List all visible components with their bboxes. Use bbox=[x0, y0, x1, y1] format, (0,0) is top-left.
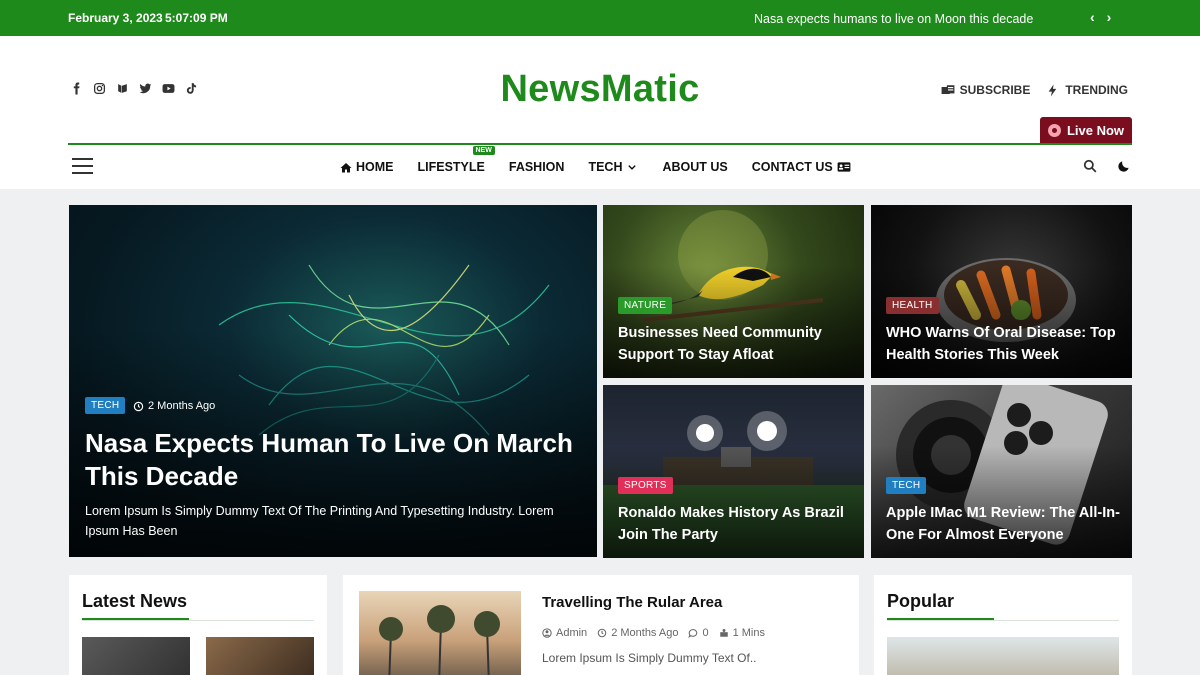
dark-mode-moon-icon[interactable] bbox=[1117, 159, 1131, 178]
nav-label-lifestyle: LIFESTYLE bbox=[417, 160, 485, 174]
nav-menu: HOME LIFESTYLE NEW FASHION TECH ABOUT US… bbox=[340, 146, 851, 174]
latest-news-heading: Latest News bbox=[82, 591, 188, 611]
comment-count: 0 bbox=[702, 627, 709, 639]
comments-meta[interactable]: 0 bbox=[688, 627, 709, 639]
author-name: Admin bbox=[556, 627, 588, 639]
nav-label-fashion: FASHION bbox=[508, 160, 565, 174]
card-title[interactable]: Businesses Need Community Support To Sta… bbox=[618, 323, 848, 367]
main-nav: HOME LIFESTYLE NEW FASHION TECH ABOUT US… bbox=[0, 145, 1200, 189]
hero-card-health[interactable]: HEALTH WHO Warns Of Oral Disease: Top He… bbox=[871, 205, 1132, 378]
feature-post-excerpt: Lorem Ipsum Is Simply Dummy Text Of.. bbox=[542, 651, 757, 665]
nav-item-fashion[interactable]: FASHION bbox=[509, 160, 565, 174]
heading-rule bbox=[887, 620, 1119, 621]
hero-meta: 2 Months Ago bbox=[133, 400, 215, 412]
nav-label-tech: TECH bbox=[588, 160, 623, 174]
feature-post: Travelling The Rular Area Admin 2 Months… bbox=[343, 575, 859, 675]
trending-link[interactable]: TRENDING bbox=[1046, 83, 1128, 97]
nav-label-contact-us: CONTACT US bbox=[751, 160, 833, 174]
feature-post-image[interactable] bbox=[359, 591, 521, 675]
read-time-meta: 1 Mins bbox=[719, 627, 765, 639]
nav-item-tech[interactable]: TECH bbox=[588, 160, 638, 174]
search-icon[interactable] bbox=[1083, 159, 1097, 178]
header-links: SUBSCRIBE TRENDING bbox=[941, 83, 1128, 97]
lightning-icon bbox=[1048, 84, 1057, 96]
category-badge[interactable]: HEALTH bbox=[886, 297, 939, 314]
time-meta: 2 Months Ago bbox=[597, 627, 678, 639]
card-title[interactable]: Apple IMac M1 Review: The All-In-One For… bbox=[886, 503, 1121, 547]
category-badge[interactable]: TECH bbox=[85, 397, 126, 414]
site-header: NewsMatic SUBSCRIBE TRENDING Live Now HO… bbox=[0, 36, 1200, 189]
nav-item-about-us[interactable]: ABOUT US bbox=[662, 160, 727, 174]
hero-card-tech[interactable]: TECH Apple IMac M1 Review: The All-In-On… bbox=[871, 385, 1132, 558]
nav-label-home: HOME bbox=[356, 160, 394, 174]
hero-excerpt: Lorem Ipsum Is Simply Dummy Text Of The … bbox=[85, 504, 554, 538]
nav-item-contact-us[interactable]: CONTACT US bbox=[752, 160, 851, 174]
post-time: 2 Months Ago bbox=[611, 627, 679, 639]
latest-news-widget: Latest News bbox=[69, 575, 327, 675]
subscribe-link[interactable]: SUBSCRIBE bbox=[941, 83, 1031, 97]
hero-card-nature[interactable]: NATURE Businesses Need Community Support… bbox=[603, 205, 864, 378]
live-now-button[interactable]: Live Now bbox=[1040, 117, 1132, 143]
clock-icon bbox=[133, 401, 144, 411]
popular-post-thumb[interactable] bbox=[887, 637, 1119, 675]
feature-post-meta: Admin 2 Months Ago 0 1 Mins bbox=[542, 627, 765, 639]
ticker-controls: ‹ › bbox=[1090, 9, 1111, 25]
hero-title[interactable]: Nasa Expects Human To Live On March This… bbox=[85, 427, 575, 494]
subscribe-icon bbox=[941, 84, 955, 94]
comment-icon bbox=[688, 629, 698, 638]
ticker-next-button[interactable]: › bbox=[1107, 9, 1112, 25]
category-badge[interactable]: NATURE bbox=[618, 297, 673, 314]
card-title[interactable]: WHO Warns Of Oral Disease: Top Health St… bbox=[886, 323, 1121, 367]
feature-post-title[interactable]: Travelling The Rular Area bbox=[542, 594, 722, 611]
hero-card-sports[interactable]: SPORTS Ronaldo Makes History As Brazil J… bbox=[603, 385, 864, 558]
live-now-label: Live Now bbox=[1066, 122, 1125, 138]
read-time: 1 Mins bbox=[732, 627, 765, 639]
ticker-prev-button[interactable]: ‹ bbox=[1090, 9, 1095, 25]
heading-underline bbox=[82, 618, 189, 620]
hamburger-menu-icon[interactable] bbox=[72, 158, 93, 174]
clock-icon bbox=[597, 628, 607, 638]
popular-heading: Popular bbox=[887, 591, 955, 611]
category-badge[interactable]: TECH bbox=[886, 477, 927, 494]
chevron-down-icon bbox=[628, 164, 637, 170]
nav-item-lifestyle[interactable]: LIFESTYLE NEW bbox=[417, 146, 495, 174]
new-badge: NEW bbox=[472, 146, 495, 155]
card-title[interactable]: Ronaldo Makes History As Brazil Join The… bbox=[618, 503, 848, 547]
latest-news-thumb[interactable] bbox=[82, 637, 190, 675]
nav-item-home[interactable]: HOME bbox=[340, 160, 394, 174]
hero-main-article[interactable]: TECH 2 Months Ago Nasa Expects Human To … bbox=[69, 205, 597, 557]
current-date: February 3, 2023 bbox=[68, 11, 163, 25]
home-icon bbox=[340, 162, 352, 172]
news-ticker[interactable]: Nasa expects humans to live on Moon this… bbox=[754, 12, 1033, 26]
popular-widget: Popular bbox=[874, 575, 1132, 675]
live-dot-icon bbox=[1047, 123, 1061, 137]
subscribe-label: SUBSCRIBE bbox=[959, 83, 1031, 97]
heading-rule bbox=[82, 620, 314, 621]
hero-time: 2 Months Ago bbox=[148, 400, 216, 412]
heading-underline bbox=[887, 618, 994, 620]
contact-card-icon bbox=[837, 162, 851, 172]
latest-news-thumb[interactable] bbox=[206, 637, 314, 675]
reading-icon bbox=[719, 629, 728, 637]
author-meta[interactable]: Admin bbox=[542, 627, 587, 639]
nav-label-about-us: ABOUT US bbox=[662, 160, 728, 174]
user-icon bbox=[542, 628, 552, 638]
trending-label: TRENDING bbox=[1065, 83, 1128, 97]
current-time: 5:07:09 PM bbox=[165, 11, 228, 25]
top-bar: February 3, 2023 5:07:09 PM Nasa expects… bbox=[0, 0, 1200, 36]
nav-tools bbox=[1083, 159, 1131, 178]
category-badge[interactable]: SPORTS bbox=[618, 477, 673, 494]
